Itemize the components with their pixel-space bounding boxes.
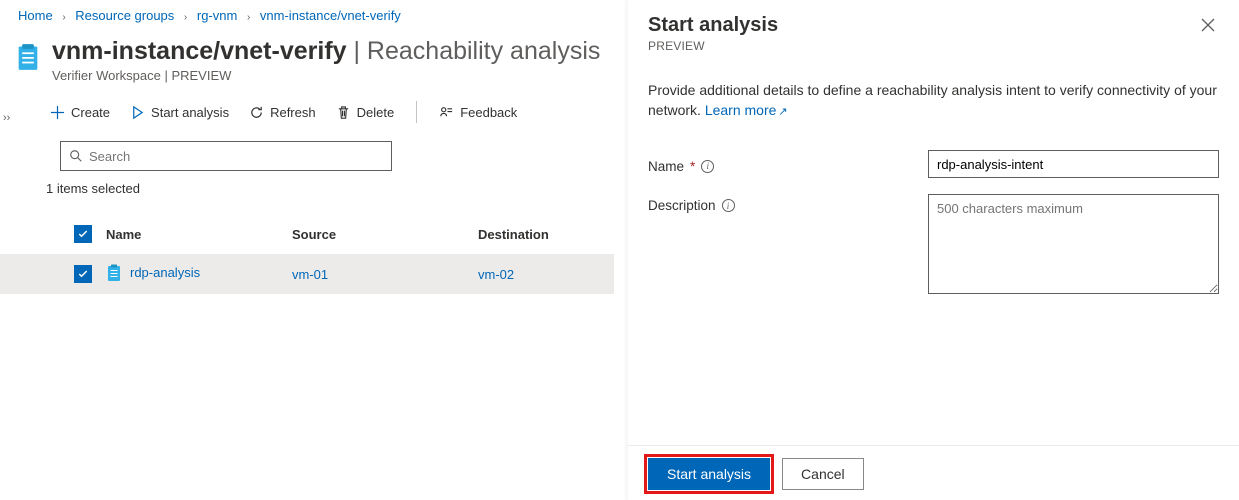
- info-icon[interactable]: i: [701, 160, 714, 173]
- search-icon: [69, 149, 83, 163]
- results-grid: Name Source Destination rdp-analysis: [0, 214, 614, 294]
- create-button[interactable]: Create: [50, 105, 110, 120]
- col-header-destination[interactable]: Destination: [478, 227, 614, 242]
- chevron-right-icon: ›: [184, 12, 187, 23]
- clipboard-icon: [14, 43, 42, 71]
- breadcrumb: Home › Resource groups › rg-vnm › vnm-in…: [0, 8, 614, 37]
- delete-button[interactable]: Delete: [336, 105, 395, 120]
- breadcrumb-current[interactable]: vnm-instance/vnet-verify: [260, 8, 401, 23]
- start-analysis-label: Start analysis: [151, 105, 229, 120]
- external-link-icon: ↗: [778, 106, 787, 118]
- delete-label: Delete: [357, 105, 395, 120]
- select-all-checkbox[interactable]: [74, 225, 92, 243]
- breadcrumb-home[interactable]: Home: [18, 8, 53, 23]
- feedback-label: Feedback: [460, 105, 517, 120]
- col-header-name[interactable]: Name: [106, 227, 292, 242]
- selected-count: 1 items selected: [0, 171, 614, 214]
- chevron-right-icon: ›: [62, 12, 65, 23]
- refresh-label: Refresh: [270, 105, 316, 120]
- learn-more-link[interactable]: Learn more↗: [705, 102, 788, 118]
- description-textarea[interactable]: [928, 194, 1219, 294]
- search-input[interactable]: [89, 149, 383, 164]
- panel-title: Start analysis: [648, 14, 778, 37]
- create-label: Create: [71, 105, 110, 120]
- row-destination-link[interactable]: vm-02: [478, 267, 514, 282]
- row-source-link[interactable]: vm-01: [292, 267, 328, 282]
- search-input-wrap[interactable]: [60, 141, 392, 171]
- start-analysis-panel: Start analysis PREVIEW Provide additiona…: [627, 0, 1239, 500]
- close-icon: [1201, 18, 1215, 32]
- trash-icon: [336, 105, 351, 120]
- page-title: vnm-instance/vnet-verify | Reachability …: [52, 37, 600, 66]
- toolbar-divider: [416, 101, 417, 123]
- col-header-source[interactable]: Source: [292, 227, 478, 242]
- title-main: vnm-instance/vnet-verify: [52, 37, 347, 65]
- row-name-link[interactable]: rdp-analysis: [130, 265, 200, 280]
- breadcrumb-resource-groups[interactable]: Resource groups: [75, 8, 174, 23]
- chevron-right-icon: ›: [247, 12, 250, 23]
- required-asterisk: *: [690, 159, 695, 174]
- start-analysis-button[interactable]: Start analysis: [130, 105, 229, 120]
- info-icon[interactable]: i: [722, 199, 735, 212]
- feedback-icon: [439, 105, 454, 120]
- refresh-icon: [249, 105, 264, 120]
- check-icon: [77, 268, 89, 280]
- table-row[interactable]: rdp-analysis vm-01 vm-02: [0, 254, 614, 294]
- name-input[interactable]: [928, 150, 1219, 178]
- check-icon: [77, 228, 89, 240]
- plus-icon: [50, 105, 65, 120]
- page-subtitle: Verifier Workspace | PREVIEW: [52, 68, 600, 83]
- description-label: Description i: [648, 194, 928, 213]
- panel-description: Provide additional details to define a r…: [648, 81, 1219, 120]
- expand-handle[interactable]: ››: [3, 112, 10, 124]
- cancel-button[interactable]: Cancel: [782, 458, 864, 490]
- breadcrumb-rg[interactable]: rg-vnm: [197, 8, 237, 23]
- refresh-button[interactable]: Refresh: [249, 105, 316, 120]
- play-icon: [130, 105, 145, 120]
- start-analysis-submit-button[interactable]: Start analysis: [648, 458, 770, 490]
- close-button[interactable]: [1197, 14, 1219, 39]
- title-suffix: | Reachability analysis: [347, 37, 601, 65]
- row-checkbox[interactable]: [74, 265, 92, 283]
- feedback-button[interactable]: Feedback: [439, 105, 517, 120]
- clipboard-icon: [106, 264, 122, 282]
- panel-preview-badge: PREVIEW: [648, 39, 778, 53]
- name-label: Name * i: [648, 150, 928, 178]
